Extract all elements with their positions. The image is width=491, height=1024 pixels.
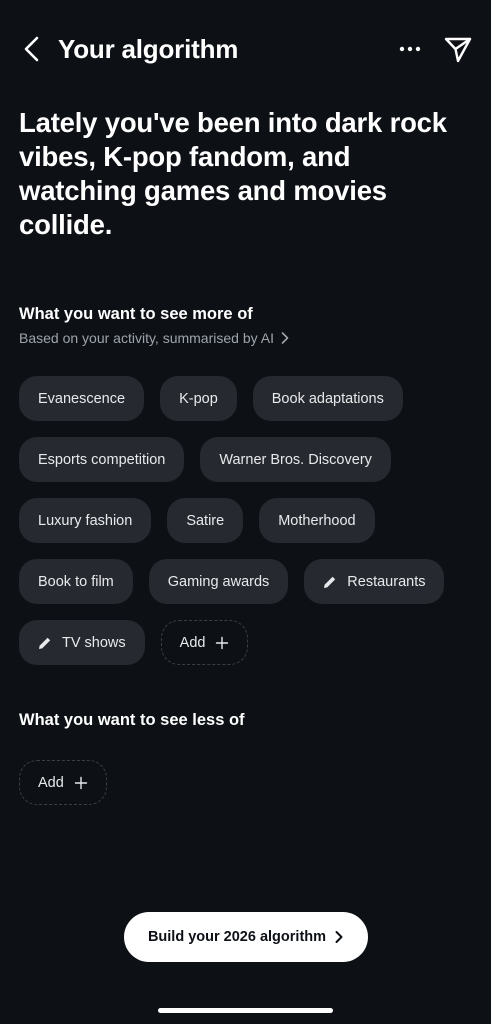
see-more-chips: Evanescence K-pop Book adaptations Espor…	[19, 376, 479, 665]
plus-icon	[74, 776, 88, 789]
chevron-left-icon	[24, 36, 39, 62]
chip-label: TV shows	[62, 634, 126, 651]
algorithm-page: Your algorithm Lately you've been into d…	[0, 0, 491, 1024]
ai-summary-text: Based on your activity, summarised by AI	[19, 330, 274, 346]
back-button[interactable]	[18, 34, 48, 64]
interest-chip[interactable]: Satire	[167, 498, 244, 543]
add-label: Add	[179, 634, 206, 651]
chip-label: Restaurants	[347, 573, 426, 590]
home-indicator	[158, 1008, 333, 1013]
interest-chip-edited[interactable]: TV shows	[19, 620, 145, 665]
see-more-section-title: What you want to see more of	[19, 305, 253, 323]
pencil-icon	[324, 576, 336, 588]
header: Your algorithm	[0, 28, 491, 70]
chip-label: Book adaptations	[271, 390, 384, 407]
chevron-right-icon	[281, 332, 289, 344]
share-button[interactable]	[442, 33, 474, 65]
see-less-chips: Add	[19, 760, 479, 805]
plus-icon	[216, 636, 229, 649]
chip-label: Esports competition	[38, 451, 166, 468]
page-title: Your algorithm	[58, 34, 239, 64]
chip-label: Satire	[186, 512, 225, 529]
chip-label: K-pop	[179, 390, 218, 407]
interest-chip[interactable]: Book adaptations	[252, 376, 403, 421]
interest-chip[interactable]: Book to film	[19, 559, 133, 604]
send-icon	[444, 37, 472, 63]
chip-label: Evanescence	[38, 390, 126, 407]
cta-label: Build your 2026 algorithm	[147, 929, 327, 945]
interest-chip[interactable]: Warner Bros. Discovery	[200, 437, 391, 482]
interest-chip[interactable]: Motherhood	[259, 498, 375, 543]
chip-label: Warner Bros. Discovery	[219, 451, 372, 468]
interest-chip[interactable]: Esports competition	[19, 437, 185, 482]
see-less-section-title: What you want to see less of	[19, 711, 245, 729]
interest-chip[interactable]: Luxury fashion	[19, 498, 152, 543]
build-algorithm-button[interactable]: Build your 2026 algorithm	[124, 912, 368, 962]
add-more-interest-button[interactable]: Add	[160, 620, 249, 665]
interest-chip-edited[interactable]: Restaurants	[304, 559, 445, 604]
interest-chip[interactable]: Evanescence	[19, 376, 145, 421]
chip-label: Motherhood	[278, 512, 356, 529]
interest-chip[interactable]: K-pop	[160, 376, 237, 421]
chip-label: Gaming awards	[167, 573, 270, 590]
more-options-button[interactable]	[396, 36, 424, 62]
more-horizontal-icon	[399, 46, 421, 52]
pencil-icon	[39, 637, 51, 649]
interest-chip[interactable]: Gaming awards	[148, 559, 289, 604]
chip-label: Luxury fashion	[38, 512, 133, 529]
chip-label: Book to film	[38, 573, 114, 590]
algorithm-summary-headline: Lately you've been into dark rock vibes,…	[19, 107, 447, 240]
add-less-interest-button[interactable]: Add	[19, 760, 107, 805]
chevron-right-icon	[335, 931, 343, 943]
ai-summary-link[interactable]: Based on your activity, summarised by AI	[19, 329, 290, 347]
add-label: Add	[38, 774, 64, 791]
